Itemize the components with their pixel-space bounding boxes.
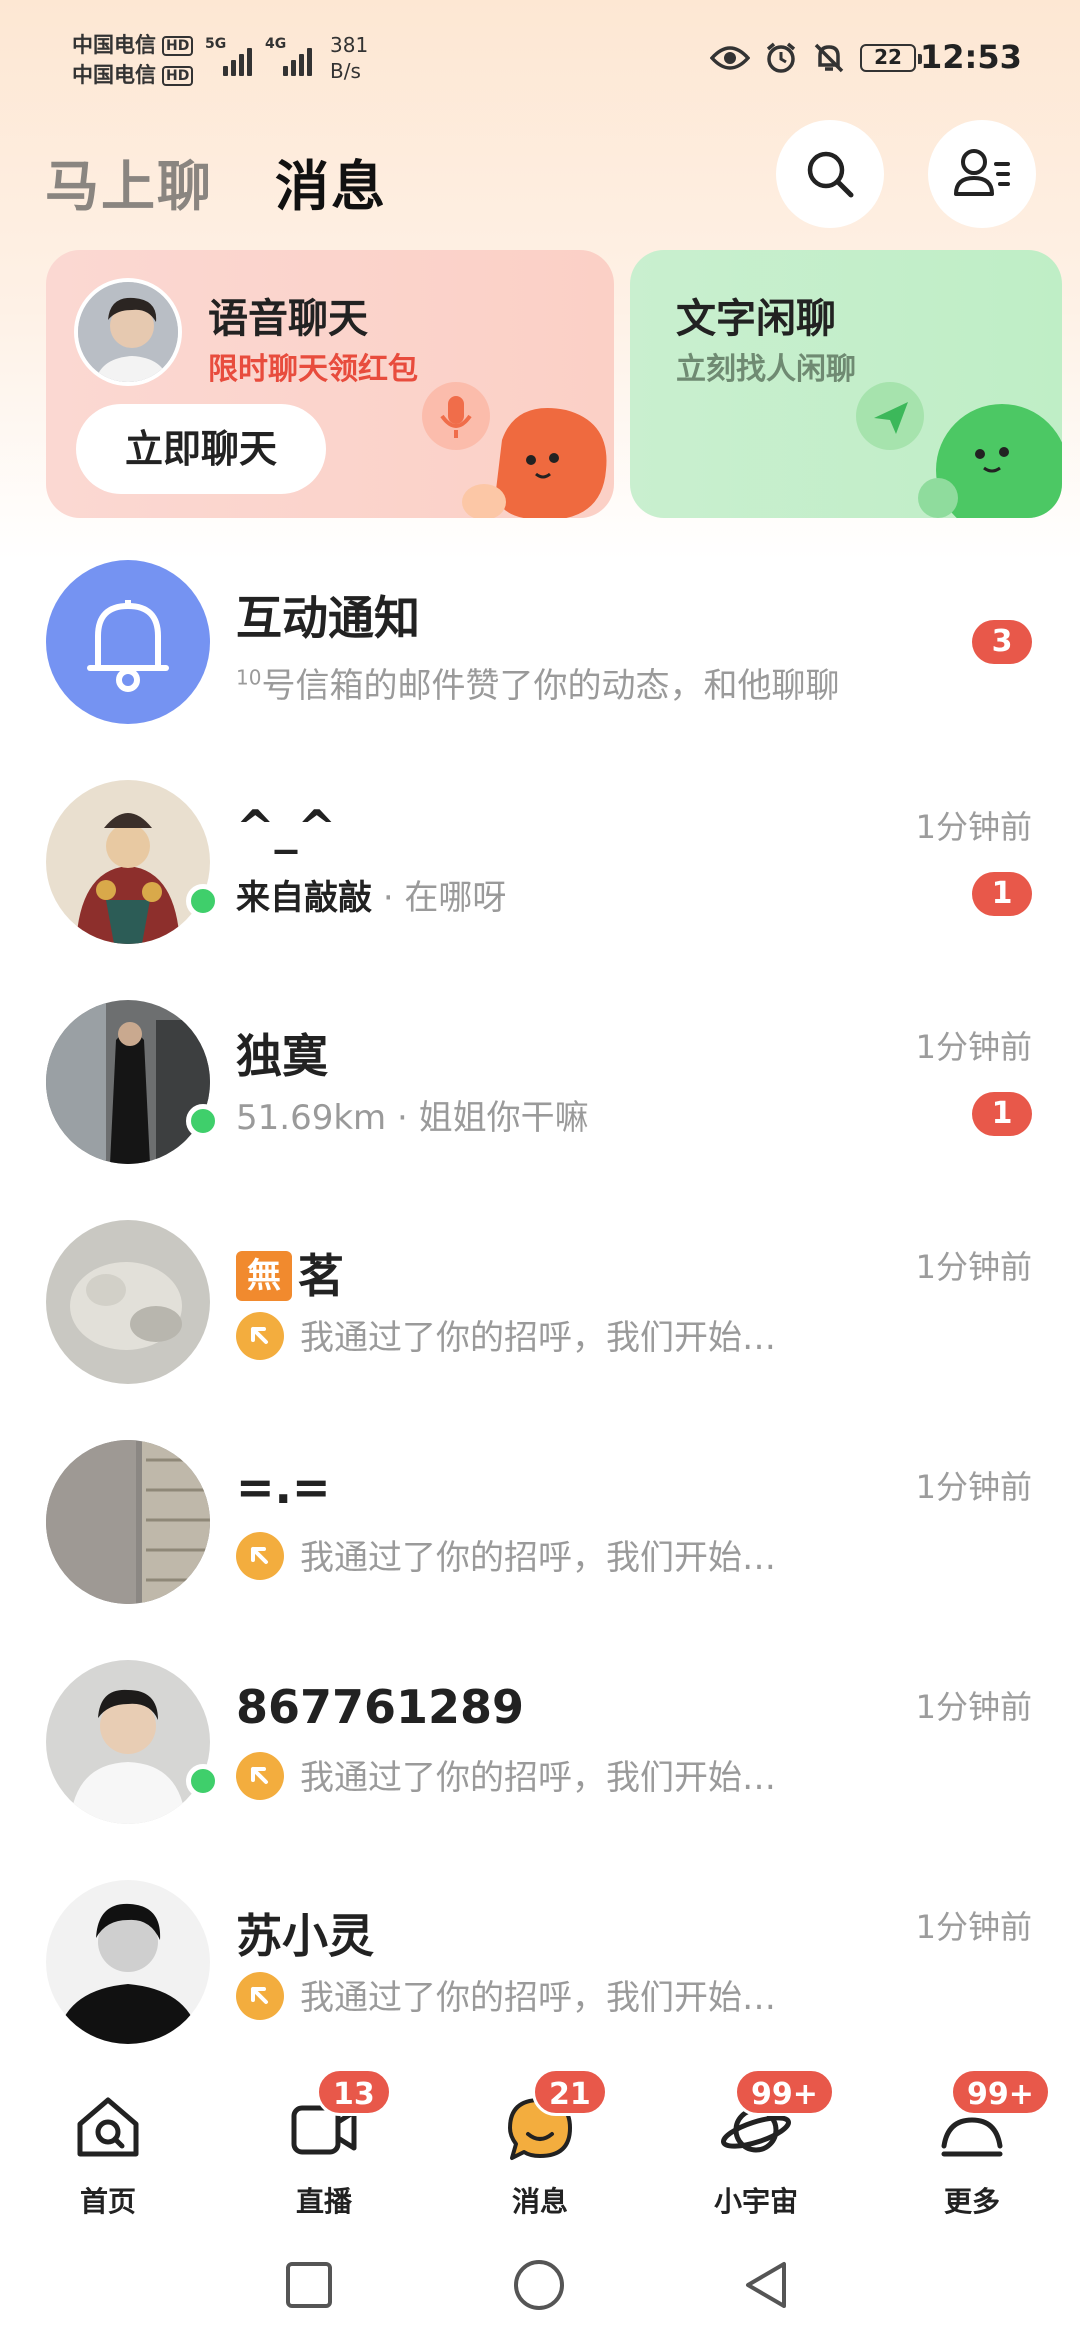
contact-name: ^_^: [236, 800, 337, 854]
recent-apps-icon[interactable]: [284, 2260, 334, 2310]
message-time: 1分钟前: [915, 1688, 1032, 1726]
chat-row[interactable]: =.= 我通过了你的招呼，我们开始… 1分钟前: [0, 1420, 1080, 1640]
message-preview: 我通过了你的招呼，我们开始…: [236, 1970, 776, 2024]
online-indicator: [186, 884, 220, 918]
nav-badge: 21: [532, 2068, 608, 2116]
hd-badge: HD: [162, 66, 194, 86]
home-icon: [77, 2097, 139, 2157]
contact-name: 867761289: [236, 1680, 525, 1734]
contact-name: =.=: [236, 1460, 331, 1514]
voice-mascot-icon: [422, 382, 607, 518]
battery-icon: 22: [860, 44, 922, 72]
carrier-1: 中国电信: [72, 33, 156, 57]
home-circle-icon[interactable]: [512, 2258, 566, 2312]
nav-badge: 13: [316, 2068, 392, 2116]
chat-row[interactable]: 苏小灵 我通过了你的招呼，我们开始… 1分钟前: [0, 1860, 1080, 2070]
message-preview: 我通过了你的招呼，我们开始…: [236, 1530, 776, 1584]
back-icon[interactable]: [740, 2258, 794, 2312]
avatar: [46, 1880, 210, 2044]
notification-title: 互动通知: [236, 591, 420, 645]
network-speed: 381 B/s: [330, 33, 369, 83]
avatar: [46, 1220, 210, 1384]
user-list-icon: [954, 149, 1010, 196]
name-icon: 無: [236, 1250, 292, 1301]
message-time: 1分钟前: [915, 1908, 1032, 1946]
system-nav-bar: [0, 2230, 1080, 2340]
message-preview: 来自敲敲 · 在哪呀: [236, 878, 507, 918]
nav-messages[interactable]: 21 消息: [432, 2068, 648, 2230]
mute-bell-icon: [814, 43, 844, 73]
signal-4g-icon: 4G: [265, 36, 315, 76]
voice-card-avatar: [74, 278, 182, 386]
chat-row[interactable]: 867761289 我通过了你的招呼，我们开始… 1分钟前: [0, 1640, 1080, 1860]
text-mascot-icon: [856, 382, 1062, 518]
nav-badge: 99+: [950, 2068, 1051, 2116]
nav-more[interactable]: 99+ 更多: [864, 2068, 1080, 2230]
nav-live[interactable]: 13 直播: [216, 2068, 432, 2230]
voice-chat-card[interactable]: 语音聊天 限时聊天领红包 立即聊天: [46, 250, 614, 518]
message-time: 1分钟前: [915, 1248, 1032, 1286]
chat-now-button[interactable]: 立即聊天: [76, 404, 326, 494]
unread-badge: 1: [972, 1092, 1032, 1136]
avatar: [46, 1440, 210, 1604]
message-preview: 我通过了你的招呼，我们开始…: [236, 1310, 776, 1364]
message-preview: 我通过了你的招呼，我们开始…: [236, 1750, 776, 1804]
message-preview: 51.69km · 姐姐你干嘛: [236, 1098, 589, 1138]
nav-label: 小宇宙: [713, 2185, 798, 2218]
online-indicator: [186, 1764, 220, 1798]
tab-quick-chat[interactable]: 马上聊: [45, 142, 213, 221]
text-chat-card[interactable]: 文字闲聊 立刻找人闲聊: [630, 250, 1062, 518]
signal-5g-icon: 5G: [205, 36, 255, 76]
tab-messages[interactable]: 消息: [275, 142, 387, 221]
search-button[interactable]: [776, 120, 884, 228]
status-icons: 22: [710, 38, 922, 78]
nav-label: 直播: [295, 2185, 352, 2218]
greeting-arrow-icon: [236, 1971, 284, 2020]
chat-row[interactable]: 独寞 51.69km · 姐姐你干嘛 1分钟前 1: [0, 980, 1080, 1200]
clock: 12:53: [920, 38, 1022, 76]
greeting-arrow-icon: [236, 1311, 284, 1360]
carrier-2: 中国电信: [72, 63, 156, 87]
contact-name: 苏小灵: [236, 1909, 374, 1963]
unread-badge: 1: [972, 872, 1032, 916]
text-card-title: 文字闲聊: [676, 296, 836, 342]
voice-card-subtitle: 限时聊天领红包: [208, 352, 418, 387]
notification-text: 10号信箱的邮件赞了你的动态，和他聊聊: [236, 665, 840, 706]
contact-name: 独寞: [236, 1029, 328, 1083]
status-bar: 中国电信 HD 中国电信 HD 5G 4G 381 B/s 22 12:53: [0, 0, 1080, 120]
search-icon: [807, 151, 854, 198]
avatar: [46, 1000, 210, 1164]
hd-badge: HD: [162, 36, 194, 56]
alarm-icon: [766, 42, 796, 73]
chat-row[interactable]: ^_^ 来自敲敲 · 在哪呀 1分钟前 1: [0, 760, 1080, 980]
interaction-notification-row[interactable]: 互动通知 10号信箱的邮件赞了你的动态，和他聊聊 3: [0, 540, 1080, 760]
contacts-button[interactable]: [928, 120, 1036, 228]
nav-home[interactable]: 首页: [0, 2070, 216, 2230]
avatar: [46, 780, 210, 944]
nav-label: 更多: [943, 2185, 1000, 2218]
carrier-info: 中国电信 HD 中国电信 HD: [72, 30, 194, 90]
nav-label: 消息: [511, 2185, 568, 2218]
nav-universe[interactable]: 99+ 小宇宙: [648, 2068, 864, 2230]
contact-name: 無茗: [236, 1240, 344, 1306]
bell-icon: [87, 600, 169, 692]
voice-card-title: 语音聊天: [208, 296, 368, 342]
notification-avatar: [46, 560, 210, 724]
nav-label: 首页: [79, 2185, 136, 2218]
text-card-subtitle: 立刻找人闲聊: [676, 352, 856, 387]
greeting-arrow-icon: [236, 1751, 284, 1800]
online-indicator: [186, 1104, 220, 1138]
avatar: [46, 1660, 210, 1824]
eye-icon: [710, 46, 750, 70]
message-time: 1分钟前: [915, 808, 1032, 846]
unread-badge: 3: [972, 620, 1032, 664]
nav-badge: 99+: [734, 2068, 835, 2116]
greeting-arrow-icon: [236, 1531, 284, 1580]
message-time: 1分钟前: [915, 1468, 1032, 1506]
chat-row[interactable]: 無茗 我通过了你的招呼，我们开始… 1分钟前: [0, 1200, 1080, 1420]
message-time: 1分钟前: [915, 1028, 1032, 1066]
bottom-nav: 首页 13 直播 21 消息 99+ 小宇宙 99+ 更多: [0, 2068, 1080, 2230]
